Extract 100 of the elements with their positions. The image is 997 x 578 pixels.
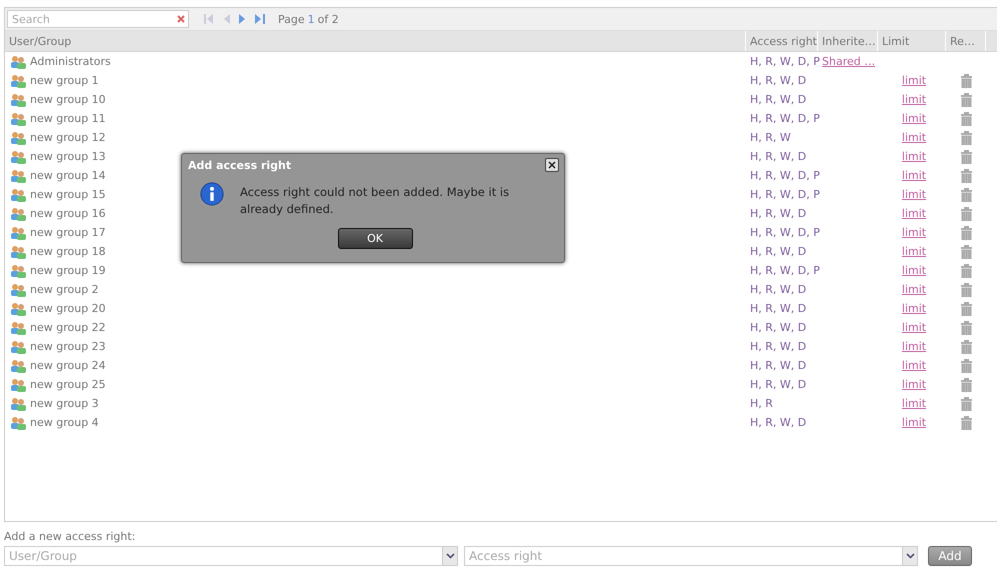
trash-icon[interactable] <box>960 206 972 220</box>
user-group-icon <box>10 358 26 372</box>
user-group-icon <box>10 282 26 296</box>
ok-button[interactable]: OK <box>338 228 412 249</box>
limit-link[interactable]: limit <box>902 378 926 391</box>
dialog-message: Access right could not been added. Maybe it is already defined. <box>240 184 510 218</box>
limit-link[interactable]: limit <box>902 74 926 87</box>
limit-link[interactable]: limit <box>902 321 926 334</box>
limit-link[interactable]: limit <box>902 207 926 220</box>
column-header[interactable]: Access right <box>746 31 818 51</box>
trash-icon[interactable] <box>960 150 972 164</box>
clear-icon[interactable] <box>177 15 185 23</box>
group-name[interactable]: new group 4 <box>30 416 99 429</box>
page-number: 1 <box>308 12 315 26</box>
info-icon <box>200 180 224 208</box>
group-name[interactable]: new group 15 <box>30 188 106 201</box>
group-name[interactable]: new group 19 <box>30 264 106 277</box>
trash-icon[interactable] <box>960 168 972 182</box>
user-group-icon <box>10 92 26 106</box>
user-group-icon <box>10 188 26 202</box>
access-rights: H, R, W, D <box>750 302 806 315</box>
trash-icon[interactable] <box>960 188 972 202</box>
limit-link[interactable]: limit <box>902 112 926 125</box>
trash-icon[interactable] <box>960 320 972 334</box>
search-field[interactable]: Search <box>7 10 189 28</box>
limit-link[interactable]: limit <box>902 416 926 429</box>
group-name[interactable]: new group 16 <box>30 207 106 220</box>
access-rights: H, R, W <box>750 131 791 144</box>
group-name[interactable]: new group 12 <box>30 131 106 144</box>
user-group-icon <box>10 226 26 240</box>
group-name[interactable]: new group 25 <box>30 378 106 391</box>
trash-icon[interactable] <box>960 74 972 88</box>
trash-icon[interactable] <box>960 416 972 430</box>
user-group-icon <box>10 320 26 334</box>
access-right-dropdown[interactable]: Access right <box>464 546 902 566</box>
limit-link[interactable]: limit <box>902 264 926 277</box>
group-name[interactable]: new group 22 <box>30 321 106 334</box>
access-rights: H, R, W, D, P <box>750 188 820 201</box>
limit-link[interactable]: limit <box>902 245 926 258</box>
limit-link[interactable]: limit <box>902 302 926 315</box>
trash-icon[interactable] <box>960 282 972 296</box>
limit-link[interactable]: limit <box>902 340 926 353</box>
user-group-icon <box>10 54 26 68</box>
dropdown-button[interactable] <box>442 546 458 566</box>
dialog-title: Add access right <box>188 158 292 172</box>
access-rights: H, R, W, D <box>750 93 806 106</box>
column-header[interactable]: Inherite… <box>818 31 878 51</box>
access-rights: H, R, W, D <box>750 321 806 334</box>
trash-icon[interactable] <box>960 302 972 316</box>
group-name[interactable]: new group 14 <box>30 169 106 182</box>
trash-icon[interactable] <box>960 378 972 392</box>
access-rights: H, R, W, D <box>750 416 806 429</box>
inherited-link[interactable]: Shared … <box>822 55 876 68</box>
limit-link[interactable]: limit <box>902 359 926 372</box>
group-name[interactable]: new group 20 <box>30 302 106 315</box>
trash-icon[interactable] <box>960 264 972 278</box>
group-name[interactable]: new group 17 <box>30 226 106 239</box>
trash-icon[interactable] <box>960 358 972 372</box>
column-header[interactable]: Re… <box>946 31 986 51</box>
limit-link[interactable]: limit <box>902 150 926 163</box>
group-name[interactable]: new group 13 <box>30 150 106 163</box>
trash-icon[interactable] <box>960 92 972 106</box>
group-name[interactable]: Administrators <box>30 55 111 68</box>
trash-icon[interactable] <box>960 226 972 240</box>
add-access-right-label: Add a new access right: <box>4 530 136 543</box>
group-name[interactable]: new group 1 <box>30 74 99 87</box>
trash-icon[interactable] <box>960 340 972 354</box>
group-name[interactable]: new group 18 <box>30 245 106 258</box>
limit-link[interactable]: limit <box>902 169 926 182</box>
group-name[interactable]: new group 3 <box>30 397 99 410</box>
access-rights: H, R, W, D <box>750 340 806 353</box>
trash-icon[interactable] <box>960 396 972 410</box>
limit-link[interactable]: limit <box>902 188 926 201</box>
group-name[interactable]: new group 24 <box>30 359 106 372</box>
previous-page-icon[interactable] <box>223 14 230 24</box>
column-header[interactable]: Limit <box>878 31 946 51</box>
limit-link[interactable]: limit <box>902 283 926 296</box>
user-group-dropdown[interactable]: User/Group <box>4 546 442 566</box>
dropdown-button[interactable] <box>902 546 918 566</box>
limit-link[interactable]: limit <box>902 131 926 144</box>
group-name[interactable]: new group 10 <box>30 93 106 106</box>
group-name[interactable]: new group 11 <box>30 112 106 125</box>
group-name[interactable]: new group 2 <box>30 283 99 296</box>
trash-icon[interactable] <box>960 112 972 126</box>
group-name[interactable]: new group 23 <box>30 340 106 353</box>
user-group-icon <box>10 378 26 392</box>
access-rights: H, R, W, D, P <box>750 226 820 239</box>
limit-link[interactable]: limit <box>902 397 926 410</box>
last-page-icon[interactable] <box>255 14 265 24</box>
page-label: Page <box>278 12 305 26</box>
trash-icon[interactable] <box>960 130 972 144</box>
access-rights: H, R, W, D <box>750 378 806 391</box>
add-button[interactable]: Add <box>928 546 972 566</box>
column-header[interactable]: User/Group <box>5 31 746 51</box>
close-button[interactable] <box>545 158 559 172</box>
next-page-icon[interactable] <box>239 14 246 24</box>
limit-link[interactable]: limit <box>902 226 926 239</box>
first-page-icon[interactable] <box>204 14 214 24</box>
trash-icon[interactable] <box>960 244 972 258</box>
limit-link[interactable]: limit <box>902 93 926 106</box>
